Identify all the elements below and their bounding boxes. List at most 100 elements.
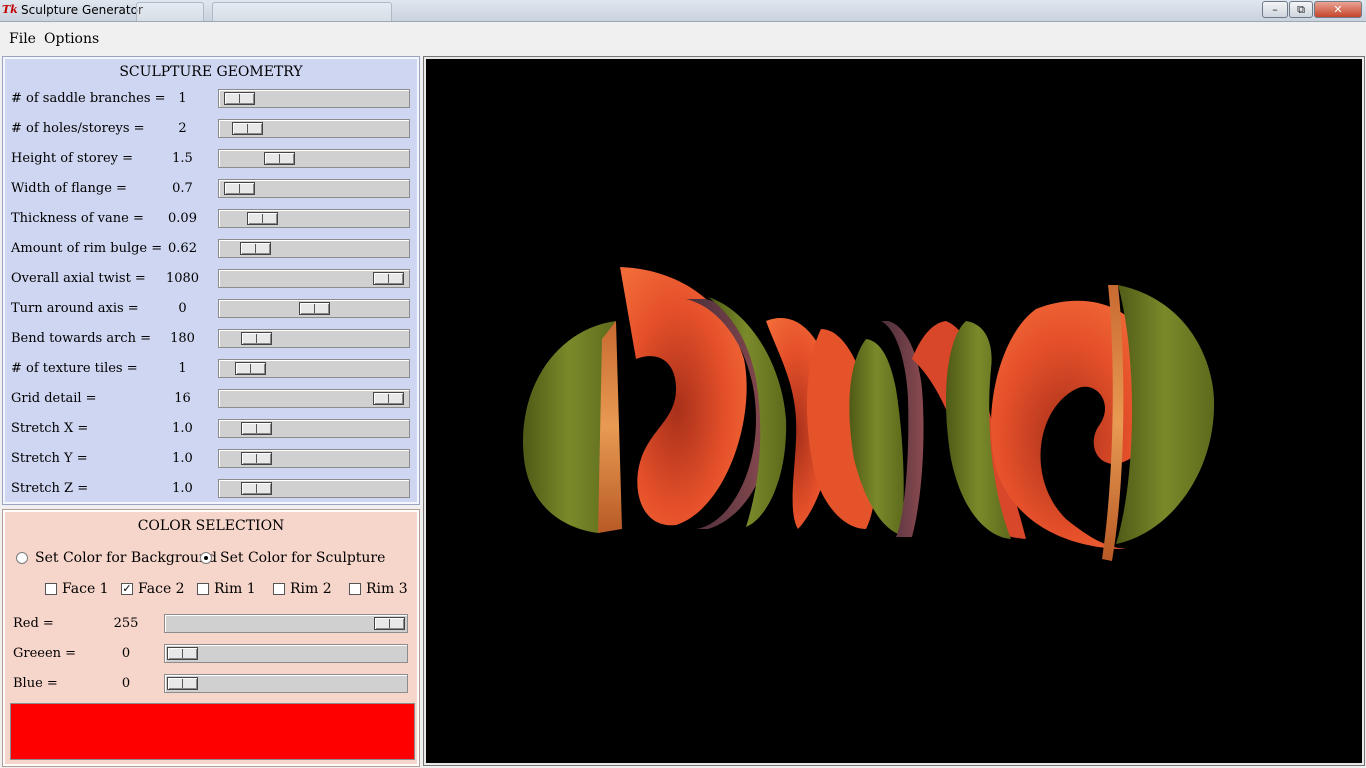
tk-app-icon: Tk: [2, 3, 18, 16]
color-channel-value: 255: [113, 616, 139, 631]
face-rim-checkbox[interactable]: [273, 583, 285, 595]
background-color-radio-label: Set Color for Background: [35, 550, 217, 566]
geometry-param-value: 1080: [165, 271, 200, 286]
geometry-param-value: 1.5: [172, 151, 193, 166]
face-rim-checkbox[interactable]: ✓: [121, 583, 133, 595]
slider-thumb[interactable]: [240, 242, 271, 255]
geometry-param-label: Overall axial twist =: [11, 271, 146, 286]
color-preview-swatch: [10, 703, 415, 760]
geometry-param-value: 0: [178, 301, 187, 316]
geometry-param-label: Width of flange =: [11, 181, 127, 196]
geometry-param-label: Bend towards arch =: [11, 331, 151, 346]
geometry-param-label: # of texture tiles =: [11, 361, 138, 376]
slider-thumb[interactable]: [241, 482, 272, 495]
geometry-param-label: # of holes/storeys =: [11, 121, 145, 136]
slider-thumb[interactable]: [373, 272, 404, 285]
slider-thumb[interactable]: [264, 152, 295, 165]
geometry-param-value: 1.0: [172, 451, 193, 466]
geometry-param-slider[interactable]: [218, 239, 410, 258]
face-rim-checkbox-label: Face 2: [138, 581, 185, 597]
geometry-param-slider[interactable]: [218, 179, 410, 198]
color-selection-panel: COLOR SELECTION Set Color for Background…: [2, 509, 420, 767]
background-tab-ghost: [136, 2, 204, 21]
slider-thumb[interactable]: [373, 392, 404, 405]
slider-thumb[interactable]: [299, 302, 330, 315]
geometry-param-slider[interactable]: [218, 299, 410, 318]
face-rim-checkbox-label: Rim 1: [214, 581, 256, 597]
geometry-param-slider[interactable]: [218, 479, 410, 498]
slider-thumb[interactable]: [224, 182, 255, 195]
color-channel-value: 0: [121, 646, 131, 661]
sculpture-face-red: [620, 267, 747, 526]
slider-thumb[interactable]: [241, 332, 272, 345]
geometry-param-value: 180: [170, 331, 195, 346]
sculpture-color-radio-label: Set Color for Sculpture: [220, 550, 386, 566]
geometry-param-slider[interactable]: [218, 329, 410, 348]
slider-thumb[interactable]: [241, 452, 272, 465]
geometry-param-slider[interactable]: [218, 89, 410, 108]
geometry-param-label: Grid detail =: [11, 391, 97, 406]
color-channel-label: Greeen =: [13, 646, 77, 661]
geometry-param-value: 0.62: [168, 241, 197, 256]
face-rim-checkbox[interactable]: [45, 583, 57, 595]
geometry-param-slider[interactable]: [218, 359, 410, 378]
menu-file[interactable]: File: [9, 31, 36, 47]
background-color-radio[interactable]: [16, 552, 28, 564]
sculpture-render: [522, 267, 1215, 561]
slider-thumb[interactable]: [241, 422, 272, 435]
maximize-button[interactable]: ⧉: [1289, 1, 1313, 18]
color-channel-slider[interactable]: [164, 674, 408, 693]
menu-options[interactable]: Options: [44, 31, 99, 47]
sculpture-3d-viewport[interactable]: [423, 56, 1365, 766]
geometry-param-label: Turn around axis =: [11, 301, 139, 316]
geometry-panel-title: SCULPTURE GEOMETRY: [119, 64, 303, 80]
geometry-param-value: 1: [178, 361, 187, 376]
geometry-param-value: 0.7: [172, 181, 193, 196]
sculpture-color-radio[interactable]: [200, 552, 212, 564]
face-rim-checkbox[interactable]: [349, 583, 361, 595]
slider-thumb[interactable]: [232, 122, 263, 135]
slider-thumb[interactable]: [224, 92, 255, 105]
geometry-param-slider[interactable]: [218, 389, 410, 408]
geometry-param-label: Stretch Z =: [11, 481, 89, 496]
slider-thumb[interactable]: [167, 677, 198, 690]
slider-thumb[interactable]: [247, 212, 278, 225]
geometry-param-label: Stretch X =: [11, 421, 89, 436]
slider-thumb[interactable]: [167, 647, 198, 660]
geometry-param-slider[interactable]: [218, 209, 410, 228]
geometry-param-slider[interactable]: [218, 149, 410, 168]
geometry-param-slider[interactable]: [218, 119, 410, 138]
menu-bar: File Options: [0, 27, 1366, 51]
title-bar: Tk Sculpture Generator – ⧉ ✕: [0, 0, 1366, 22]
background-tab-ghost: [212, 2, 392, 21]
geometry-param-slider[interactable]: [218, 269, 410, 288]
color-channel-slider[interactable]: [164, 614, 408, 633]
color-channel-label: Red =: [13, 616, 54, 631]
slider-thumb[interactable]: [235, 362, 266, 375]
face-rim-checkbox[interactable]: [197, 583, 209, 595]
close-button[interactable]: ✕: [1314, 1, 1362, 18]
window-title: Sculpture Generator: [21, 3, 143, 17]
face-rim-checkbox-label: Face 1: [62, 581, 109, 597]
geometry-param-label: # of saddle branches =: [11, 91, 166, 106]
geometry-param-value: 2: [178, 121, 187, 136]
color-channel-label: Blue =: [13, 676, 58, 691]
geometry-param-value: 1.0: [172, 481, 193, 496]
face-rim-checkbox-label: Rim 3: [366, 581, 408, 597]
geometry-param-value: 1.0: [172, 421, 193, 436]
geometry-param-slider[interactable]: [218, 419, 410, 438]
geometry-param-label: Amount of rim bulge =: [11, 241, 163, 256]
geometry-param-value: 16: [174, 391, 191, 406]
minimize-button[interactable]: –: [1262, 1, 1288, 18]
color-channel-slider[interactable]: [164, 644, 408, 663]
slider-thumb[interactable]: [374, 617, 405, 630]
geometry-param-value: 1: [178, 91, 187, 106]
geometry-param-label: Height of storey =: [11, 151, 134, 166]
geometry-param-label: Stretch Y =: [11, 451, 88, 466]
color-panel-title: COLOR SELECTION: [137, 518, 285, 534]
color-channel-value: 0: [121, 676, 131, 691]
face-rim-checkbox-label: Rim 2: [290, 581, 332, 597]
geometry-param-slider[interactable]: [218, 449, 410, 468]
geometry-param-value: 0.09: [168, 211, 197, 226]
geometry-param-label: Thickness of vane =: [11, 211, 144, 226]
